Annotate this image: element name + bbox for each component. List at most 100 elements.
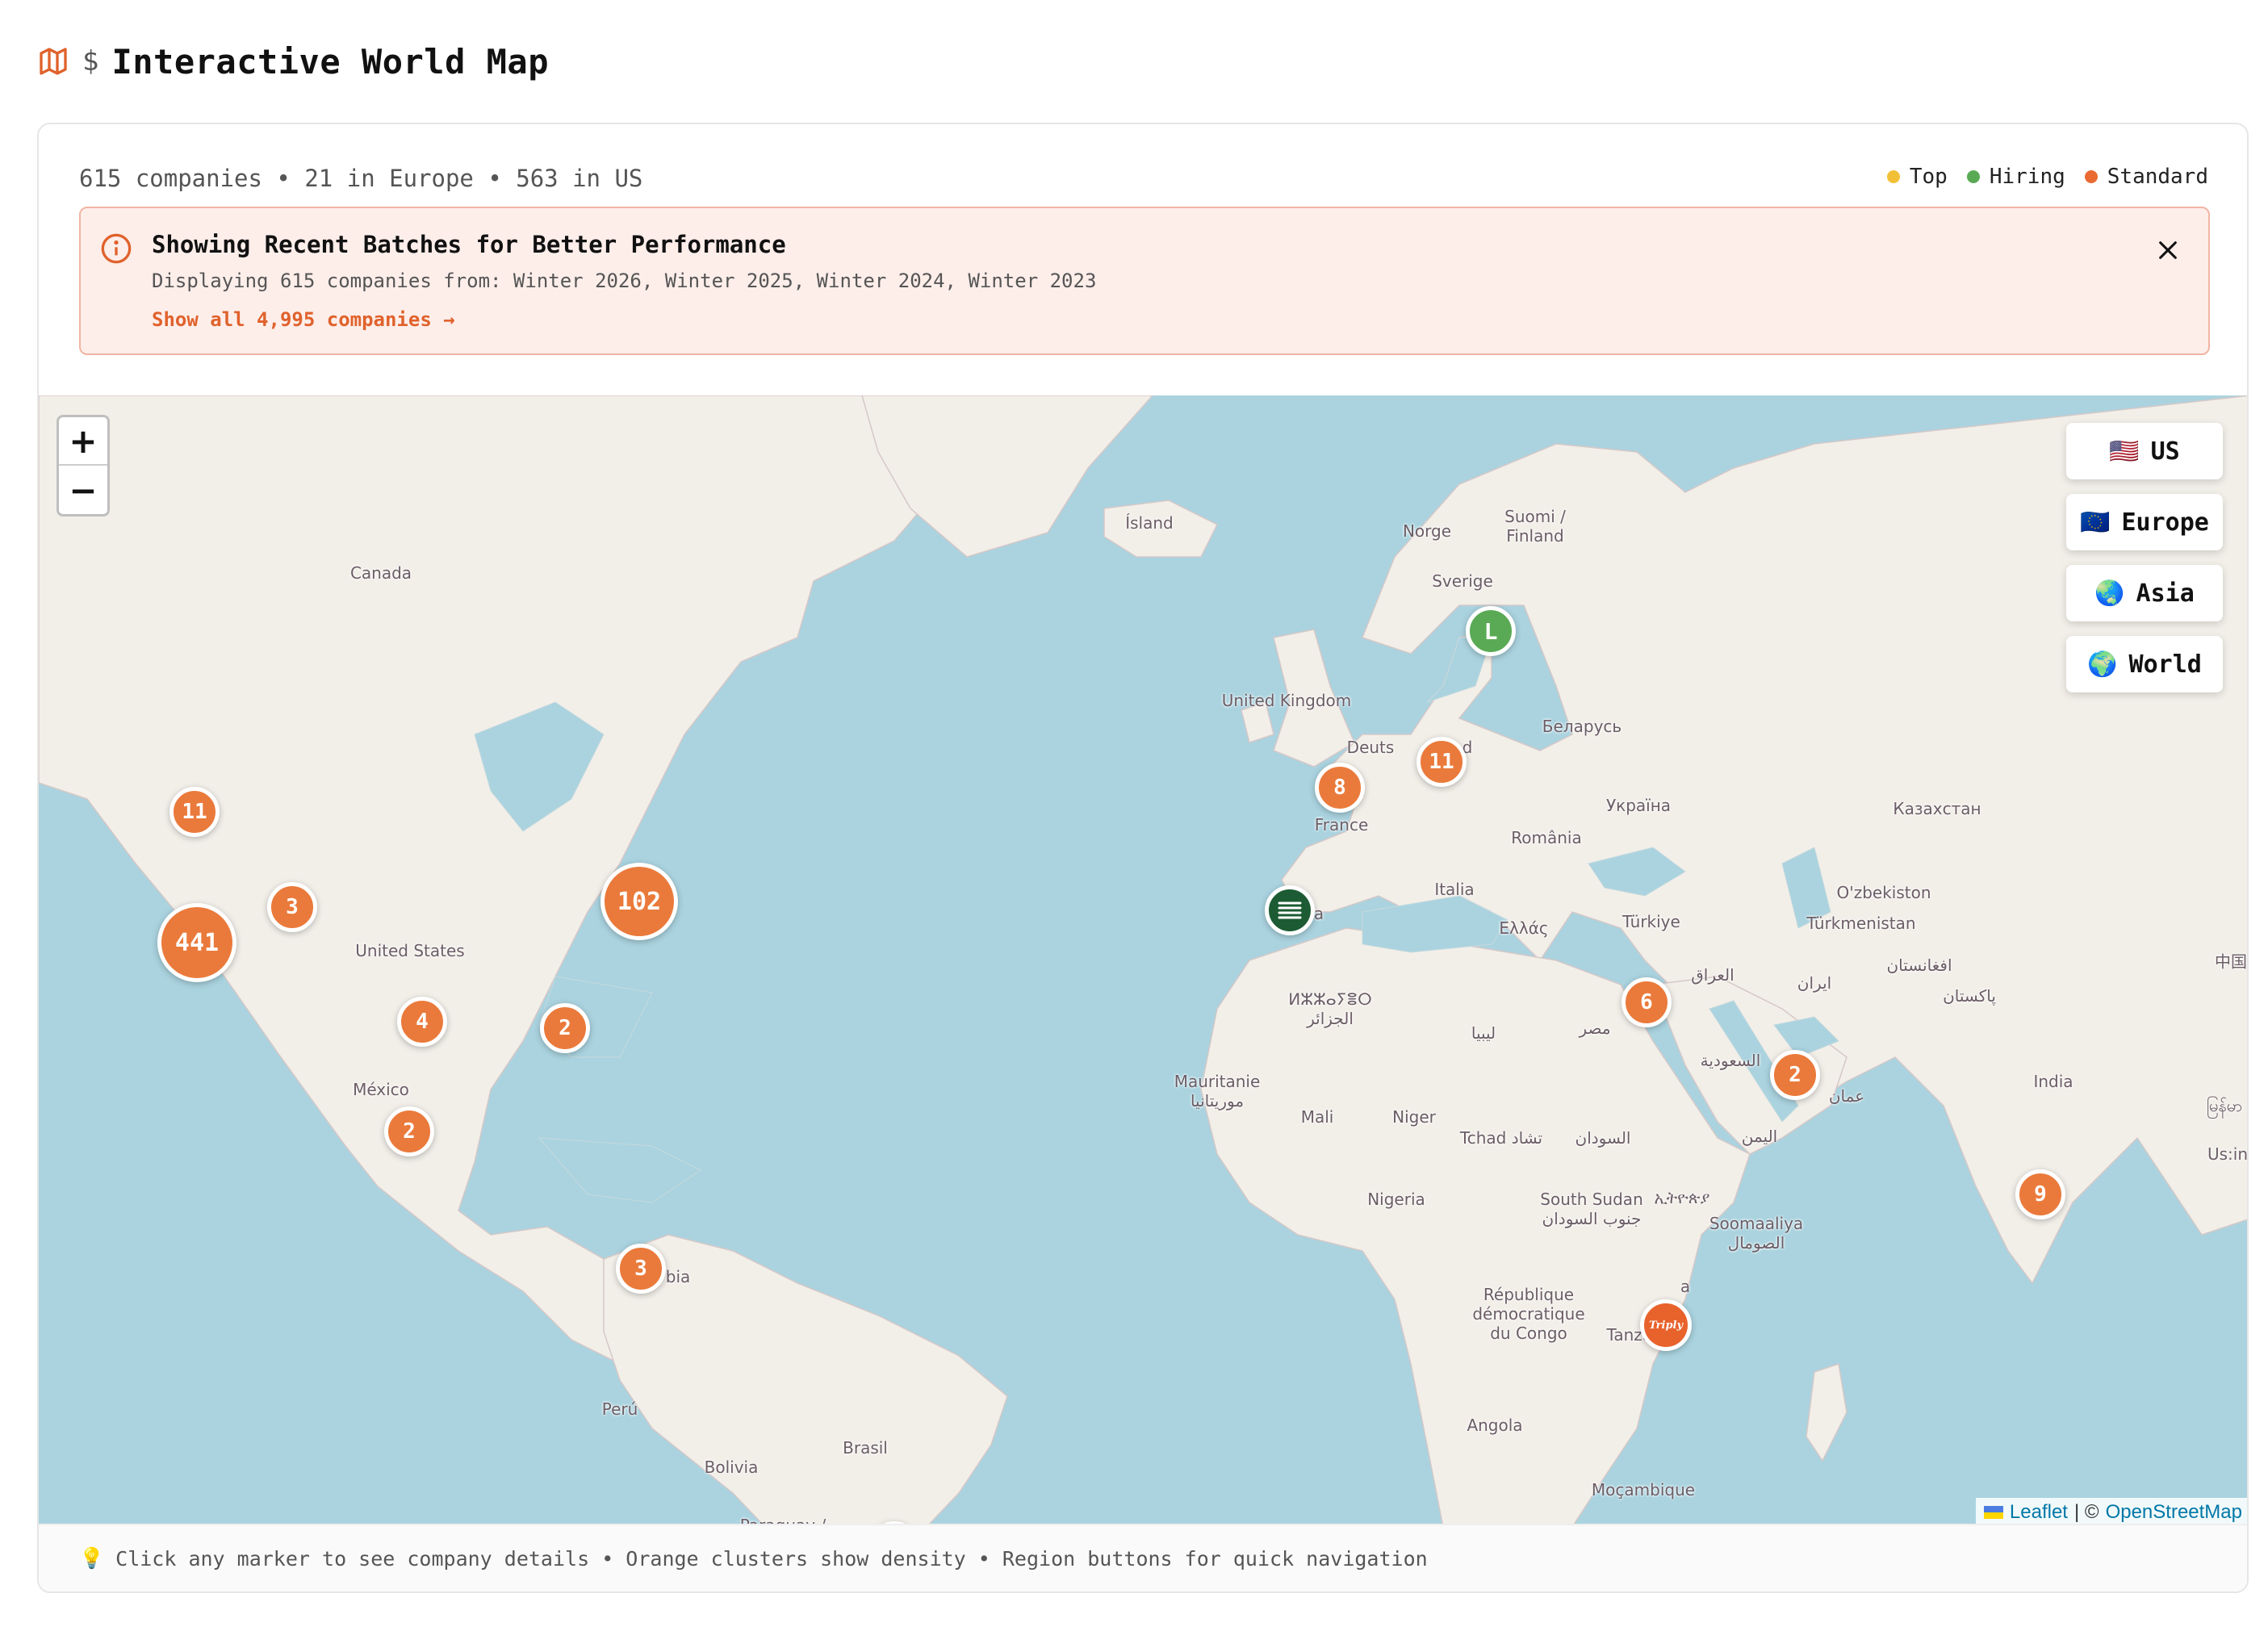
close-icon[interactable]	[2157, 239, 2179, 261]
label-peru: Perú	[601, 1399, 638, 1419]
label-angola: Angola	[1467, 1416, 1523, 1435]
label-turkmenistan: Türkmenistan	[1806, 914, 1916, 933]
region-button-world-label: World	[2128, 650, 2202, 679]
legend-standard: Standard	[2084, 165, 2208, 189]
map-attribution: Leaflet | © OpenStreetMap	[1975, 1498, 2247, 1527]
label-kazakhstan: Казахстан	[1893, 799, 1981, 818]
company-marker-sweden[interactable]: L	[1466, 606, 1516, 656]
cluster-marker-israel[interactable]: 6	[1621, 977, 1672, 1027]
legend-standard-label: Standard	[2107, 165, 2208, 189]
region-buttons: 🇺🇸 US 🇪🇺 Europe 🌏 Asia 🌍 World	[2066, 423, 2223, 692]
label-yemen: اليمن	[1741, 1127, 1778, 1146]
map-footer: 💡 Click any marker to see company detail…	[39, 1524, 2247, 1591]
label-brasil: Brasil	[843, 1438, 888, 1458]
cluster-marker-utah[interactable]: 3	[267, 882, 317, 932]
label-ellada: Ελλάς	[1499, 918, 1549, 938]
region-button-world[interactable]: 🌍 World	[2066, 636, 2223, 692]
leaflet-link[interactable]: Leaflet	[2010, 1501, 2068, 1524]
region-button-europe[interactable]: 🇪🇺 Europe	[2066, 494, 2223, 550]
notice-title: Showing Recent Batches for Better Perfor…	[152, 231, 786, 258]
cluster-marker-germany[interactable]: 11	[1416, 737, 1467, 787]
us-flag-icon: 🇺🇸	[2109, 437, 2140, 466]
label-south-sudan: South Sudan	[1540, 1190, 1643, 1209]
label-pakistan: پاکستان	[1943, 986, 1996, 1006]
page-header: $ Interactive World Map	[37, 36, 549, 87]
label-egypt: مصر	[1579, 1018, 1611, 1038]
legend-hiring-dot	[1966, 170, 1980, 183]
label-mauritanie-ar: موريتانيا	[1190, 1091, 1245, 1110]
label-algeria-tif: ⵍⵣⵣⴰⵢⴻⵔ	[1288, 989, 1372, 1009]
openstreetmap-link[interactable]: OpenStreetMap	[2106, 1501, 2242, 1524]
label-algeria-ar: الجزائر	[1307, 1009, 1354, 1028]
legend-top-label: Top	[1909, 165, 1948, 189]
region-button-asia[interactable]: 🌏 Asia	[2066, 565, 2223, 621]
label-somalia-ar: الصومال	[1727, 1233, 1785, 1253]
label-mali: Mali	[1300, 1107, 1334, 1127]
label-uzbekistan: O'zbekiston	[1836, 883, 1931, 902]
label-canada: Canada	[349, 563, 412, 583]
footer-hint: Click any marker to see company details …	[115, 1546, 1428, 1571]
info-icon	[101, 233, 132, 264]
notice-subtitle: Displaying 615 companies from: Winter 20…	[152, 270, 1097, 292]
cluster-marker-seattle[interactable]: 11	[169, 787, 220, 837]
label-bolivia: Bolivia	[704, 1458, 759, 1477]
marker-legend: Top Hiring Standard	[1886, 165, 2208, 189]
label-niger: Niger	[1392, 1107, 1436, 1127]
region-button-us-label: US	[2150, 437, 2180, 466]
cluster-marker-mexico[interactable]: 2	[384, 1106, 434, 1156]
label-india: India	[2033, 1072, 2073, 1091]
zoom-in-button[interactable]: +	[59, 417, 107, 466]
label-mexico: México	[353, 1080, 409, 1099]
label-ukraine: Україна	[1605, 796, 1672, 815]
legend-hiring-label: Hiring	[1989, 165, 2065, 189]
label-libya: ليبيا	[1471, 1023, 1496, 1043]
label-tchad: Tchad تشاد	[1459, 1128, 1543, 1148]
label-united-states: United States	[355, 941, 465, 960]
cluster-marker-florida[interactable]: 2	[540, 1003, 590, 1053]
cluster-marker-new-york[interactable]: 102	[600, 863, 678, 940]
eu-flag-icon: 🇪🇺	[2080, 508, 2111, 537]
cluster-marker-france[interactable]: 8	[1315, 763, 1365, 813]
label-mozambique: Moçambique	[1591, 1480, 1696, 1499]
company-marker-spain[interactable]	[1265, 885, 1315, 935]
show-all-link[interactable]: Show all 4,995 companies →	[152, 308, 455, 331]
label-sverige: Sverige	[1432, 571, 1493, 591]
label-iran: ایران	[1797, 973, 1832, 993]
legend-standard-dot	[2084, 170, 2098, 183]
label-colombia: bia	[665, 1267, 691, 1286]
company-marker-kenya[interactable]: Triply	[1640, 1299, 1692, 1351]
cluster-marker-india[interactable]: 9	[2015, 1169, 2065, 1219]
zoom-out-button[interactable]: −	[59, 466, 107, 514]
label-drc-2: démocratique	[1472, 1304, 1585, 1324]
label-spain: a	[1313, 904, 1324, 923]
world-map[interactable]: Canada United States México bia Perú Bol…	[39, 395, 2249, 1527]
page-title: Interactive World Map	[111, 41, 549, 82]
region-button-asia-label: Asia	[2136, 579, 2195, 608]
map-card: 615 companies • 21 in Europe • 563 in US…	[37, 123, 2249, 1593]
label-italia: Italia	[1434, 880, 1475, 899]
label-drc-3: du Congo	[1490, 1324, 1567, 1343]
label-belarus: Беларусь	[1542, 717, 1622, 736]
ukraine-flag-icon	[1983, 1506, 2003, 1519]
label-myanmar: မြန်မာ	[2206, 1096, 2243, 1115]
label-romania: România	[1511, 828, 1582, 847]
label-oman: عمان	[1828, 1086, 1865, 1106]
cluster-marker-colombia[interactable]: 3	[616, 1244, 666, 1294]
label-drc-1: République	[1483, 1285, 1575, 1304]
zoom-control: + −	[56, 415, 110, 517]
cluster-marker-uae[interactable]: 2	[1770, 1050, 1820, 1100]
legend-hiring: Hiring	[1966, 165, 2065, 189]
label-somalia: Soomaaliya	[1709, 1214, 1804, 1233]
label-turkiye: Türkiye	[1622, 912, 1680, 931]
label-suomi: Suomi /	[1504, 507, 1566, 526]
region-button-us[interactable]: 🇺🇸 US	[2066, 423, 2223, 479]
cluster-marker-san-francisco[interactable]: 441	[157, 903, 236, 982]
label-united-kingdom: United Kingdom	[1221, 691, 1352, 710]
label-kenya: a	[1680, 1277, 1691, 1296]
label-srilanka: Us:in	[2207, 1144, 2249, 1164]
cluster-marker-texas[interactable]: 4	[397, 997, 447, 1047]
performance-notice: Showing Recent Batches for Better Perfor…	[79, 207, 2210, 355]
globe-world-icon: 🌍	[2087, 650, 2118, 679]
label-deutschland: Deuts	[1346, 738, 1395, 757]
label-south-sudan-ar: جنوب السودان	[1542, 1209, 1642, 1228]
